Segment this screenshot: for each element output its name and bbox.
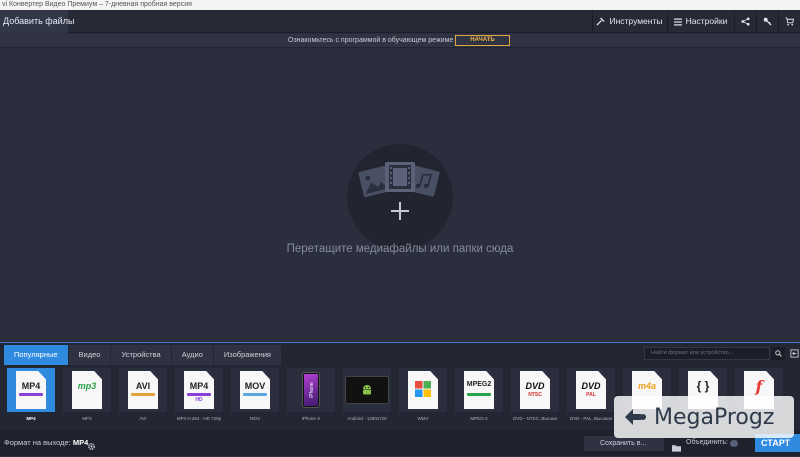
collapse-icon	[790, 349, 799, 358]
open-folder-button[interactable]	[672, 439, 681, 457]
tutorial-text: Ознакомьтесь с программой в обучающем ре…	[288, 37, 454, 44]
format-tabs: Популярные Видео Устройства Аудио Изобра…	[4, 345, 282, 365]
start-tutorial-button[interactable]: НАЧАТЬ	[455, 35, 510, 46]
watermark-logo-icon	[625, 409, 646, 425]
iphone-icon: iPhone	[302, 372, 320, 408]
watermark: MegaProgz	[614, 396, 794, 438]
format-search-input[interactable]: Найти формат или устройство...	[644, 347, 770, 360]
drop-area[interactable]: Перетащите медиафайлы или папки сюда	[0, 48, 800, 342]
output-format: Формат на выходе: MP4	[4, 430, 88, 456]
share-icon	[741, 17, 750, 26]
tab-popular[interactable]: Популярные	[4, 345, 69, 365]
window-title: vi Конвертер Видео Премиум – 7-дневная п…	[0, 0, 800, 10]
search-button[interactable]	[771, 347, 785, 360]
format-item-mpeg2[interactable]: MPEG2 MPEG-2	[452, 368, 506, 428]
mp4-hd-icon: MP4 HD	[184, 371, 214, 409]
folder-icon	[672, 445, 681, 452]
merge-toggle[interactable]	[730, 440, 738, 447]
watermark-text: MegaProgz	[654, 404, 775, 430]
mp4-icon: MP4	[16, 371, 46, 409]
format-label: MP4 H.264 - HD 720p	[176, 416, 222, 421]
format-label: Android - 1280x720	[347, 416, 387, 421]
save-to-dropdown[interactable]: Сохранить в...	[584, 436, 664, 451]
format-thumb: MP4	[7, 368, 55, 412]
settings-label: Настройки	[685, 16, 728, 26]
drop-hint: Перетащите медиафайлы или папки сюда	[286, 243, 514, 255]
menu-icon	[673, 18, 682, 25]
dvd-ntsc-icon: DVD NTSC	[520, 371, 550, 409]
tab-audio[interactable]: Аудио	[171, 345, 214, 365]
mov-icon: MOV	[240, 371, 270, 409]
output-format-label: Формат на выходе:	[4, 438, 71, 447]
avi-icon: AVI	[128, 371, 158, 409]
settings-button[interactable]: Настройки	[667, 10, 733, 33]
format-label: iPhone X	[301, 416, 321, 421]
dvd-pal-icon: DVD PAL	[576, 371, 606, 409]
format-label: MPEG-2	[470, 416, 488, 421]
key-icon	[763, 17, 772, 26]
tools-label: Инструменты	[609, 16, 663, 26]
toolbar: Добавить файлы Инструменты Настройки	[0, 10, 800, 33]
add-files-button[interactable]: Добавить файлы	[0, 10, 74, 33]
format-label: AVI	[139, 416, 147, 421]
collapse-panel-button[interactable]	[789, 347, 800, 360]
tab-video[interactable]: Видео	[68, 345, 112, 365]
tab-devices[interactable]: Устройства	[111, 345, 172, 365]
cart-button[interactable]	[778, 10, 800, 33]
share-button[interactable]	[734, 10, 756, 33]
tab-images[interactable]: Изображения	[213, 345, 282, 365]
format-label: MP3	[82, 416, 92, 421]
search-icon	[774, 350, 782, 357]
format-item-android[interactable]: Android - 1280x720	[340, 368, 394, 428]
format-item-mov[interactable]: MOV MOV	[228, 368, 282, 428]
wmv-icon	[408, 371, 438, 409]
format-item-mp4-hd[interactable]: MP4 HD MP4 H.264 - HD 720p	[172, 368, 226, 428]
format-label: MP4	[26, 416, 36, 421]
format-item-avi[interactable]: AVI AVI	[116, 368, 170, 428]
format-item-dvd-pal[interactable]: DVD PAL DVD - PAL, Высокое	[564, 368, 618, 428]
mp3-icon: mp3	[72, 371, 102, 409]
tools-icon	[596, 17, 606, 26]
output-settings-button[interactable]	[87, 438, 96, 456]
mpeg2-icon: MPEG2	[464, 371, 494, 409]
format-item-wmv[interactable]: WMV	[396, 368, 450, 428]
gear-icon	[88, 443, 95, 450]
format-item-mp4[interactable]: MP4 MP4	[4, 368, 58, 428]
format-label: WMV	[417, 416, 429, 421]
cart-icon	[785, 17, 794, 26]
tutorial-bar: Ознакомьтесь с программой в обучающем ре…	[0, 34, 800, 48]
tools-button[interactable]: Инструменты	[592, 10, 666, 33]
format-label: DVD - PAL, Высокое	[569, 416, 613, 421]
output-format-value: MP4	[72, 438, 89, 447]
format-item-iphone-x[interactable]: iPhone iPhone X	[284, 368, 338, 428]
android-icon	[345, 376, 389, 404]
format-item-mp3[interactable]: mp3 MP3	[60, 368, 114, 428]
format-item-dvd-ntsc[interactable]: DVD NTSC DVD - NTSC, Высока	[508, 368, 562, 428]
format-label: MOV	[249, 416, 261, 421]
media-stack-icon	[358, 162, 440, 220]
add-media-button[interactable]	[347, 144, 453, 250]
format-badge: MP4	[21, 381, 41, 391]
format-label: DVD - NTSC, Высока	[513, 416, 557, 421]
key-button[interactable]	[756, 10, 778, 33]
